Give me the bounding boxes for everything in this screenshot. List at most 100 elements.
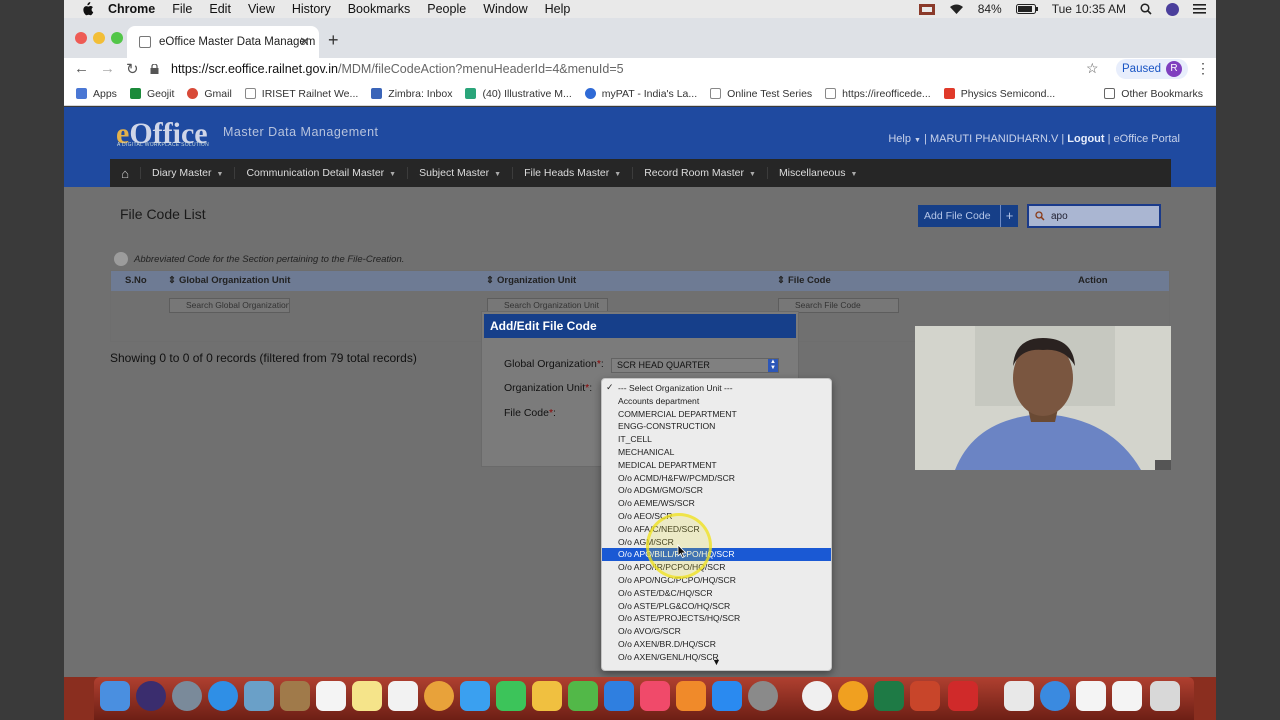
siri-icon[interactable] — [136, 681, 166, 711]
dropdown-option[interactable]: O/o ASTE/PROJECTS/HQ/SCR — [602, 612, 831, 625]
global-org-select[interactable]: SCR HEAD QUARTER ▲ ▼ — [611, 358, 779, 373]
dropdown-option[interactable]: --- Select Organization Unit --- — [602, 382, 831, 395]
preview-icon[interactable] — [244, 681, 274, 711]
menu-bookmarks[interactable]: Bookmarks — [348, 2, 411, 16]
scroll-down-icon[interactable]: ▼ — [712, 657, 721, 667]
dropdown-option[interactable]: O/o AXEN/BR.D/HQ/SCR — [602, 638, 831, 651]
siri-icon[interactable] — [1166, 2, 1179, 16]
dropdown-option[interactable]: O/o AEME/WS/SCR — [602, 497, 831, 510]
bookmark-physics[interactable]: Physics Semicond... — [943, 88, 1055, 100]
chrome-menu-icon[interactable]: ⋮ — [1196, 60, 1210, 77]
dropdown-option[interactable]: MECHANICAL — [602, 446, 831, 459]
browser-tab[interactable]: eOffice Master Data Managem ✕ — [127, 26, 319, 58]
facetime-icon[interactable] — [496, 681, 526, 711]
bookmark-mypat[interactable]: myPAT - India's La... — [584, 88, 697, 100]
dropdown-option[interactable]: O/o ASTE/PLG&CO/HQ/SCR — [602, 600, 831, 613]
dropdown-option[interactable]: O/o APO/IR/PCPO/HQ/SCR — [602, 561, 831, 574]
menu-people[interactable]: People — [427, 2, 466, 16]
nav-record-room-master[interactable]: Record Room Master ▼ — [632, 167, 767, 179]
menu-app-chrome[interactable]: Chrome — [108, 2, 155, 16]
other-bookmarks[interactable]: Other Bookmarks — [1104, 88, 1203, 100]
nav-subject-master[interactable]: Subject Master ▼ — [407, 167, 512, 179]
media-player-icon[interactable] — [838, 681, 868, 711]
nav-diary-master[interactable]: Diary Master ▼ — [140, 167, 234, 179]
photos-icon[interactable] — [424, 681, 454, 711]
bookmark-iriset[interactable]: IRISET Railnet We... — [244, 88, 358, 100]
help-link[interactable]: Help — [888, 133, 911, 145]
system-preferences-icon[interactable] — [748, 681, 778, 711]
plus-icon[interactable]: + — [1000, 205, 1018, 227]
profile-button[interactable]: Paused R — [1116, 59, 1188, 79]
bookmark-zimbra[interactable]: Zimbra: Inbox — [371, 88, 452, 100]
dropdown-option[interactable]: COMMERCIAL DEPARTMENT — [602, 408, 831, 421]
documents-icon[interactable] — [1004, 681, 1034, 711]
forward-icon[interactable]: → — [100, 60, 115, 77]
document-stack-icon[interactable] — [1076, 681, 1106, 711]
org-unit-dropdown[interactable]: ✓ --- Select Organization Unit --- Account… — [601, 378, 832, 671]
bookmark-ireoffice[interactable]: https://ireofficede... — [825, 88, 931, 100]
bookmark-gmail[interactable]: Gmail — [187, 88, 232, 100]
document-stack-icon[interactable] — [1112, 681, 1142, 711]
notification-center-icon[interactable] — [1193, 4, 1206, 14]
sort-icon[interactable]: ⇕ — [486, 275, 494, 286]
notes-icon[interactable] — [352, 681, 382, 711]
new-tab-icon[interactable]: + — [328, 30, 339, 51]
col-org-unit[interactable]: Organization Unit — [497, 275, 576, 286]
logout-link[interactable]: Logout — [1067, 133, 1104, 145]
dropdown-option[interactable]: O/o APO/BILL/PCPO/HQ/SCR — [602, 548, 831, 562]
trash-icon[interactable] — [1150, 681, 1180, 711]
mirror-icon[interactable] — [918, 3, 935, 15]
calendar-icon[interactable] — [316, 681, 346, 711]
sort-icon[interactable]: ⇕ — [168, 275, 176, 286]
keynote-icon[interactable] — [604, 681, 634, 711]
dropdown-option[interactable]: O/o ASTE/D&C/HQ/SCR — [602, 587, 831, 600]
close-tab-icon[interactable]: ✕ — [299, 34, 310, 50]
battery-icon[interactable] — [1015, 4, 1038, 14]
bookmark-apps[interactable]: Apps — [76, 88, 117, 100]
dropdown-option[interactable]: O/o AVO/G/SCR — [602, 625, 831, 638]
safari-icon[interactable] — [208, 681, 238, 711]
search-input[interactable]: apo — [1027, 204, 1161, 228]
menu-file[interactable]: File — [172, 2, 192, 16]
nav-file-heads-master[interactable]: File Heads Master ▼ — [512, 167, 632, 179]
dropdown-option[interactable]: O/o AFA/C/NED/SCR — [602, 523, 831, 536]
dropdown-option[interactable]: O/o ADGM/GMO/SCR — [602, 484, 831, 497]
menu-edit[interactable]: Edit — [209, 2, 231, 16]
dropdown-option[interactable]: O/o AGM/SCR — [602, 536, 831, 549]
address-bar[interactable]: https://scr.eoffice.railnet.gov.in/MDM/f… — [150, 58, 1110, 80]
menu-history[interactable]: History — [292, 2, 331, 16]
messages-icon[interactable] — [460, 681, 490, 711]
nav-communication-detail-master[interactable]: Communication Detail Master ▼ — [234, 167, 407, 179]
dropdown-option[interactable]: ENGG-CONSTRUCTION — [602, 420, 831, 433]
spotlight-search-icon[interactable] — [1140, 3, 1152, 15]
bookmark-geojit[interactable]: Geojit — [129, 88, 174, 100]
menu-help[interactable]: Help — [545, 2, 571, 16]
back-icon[interactable]: ← — [74, 60, 89, 77]
dropdown-option[interactable]: O/o AEO/SCR — [602, 510, 831, 523]
wifi-icon[interactable] — [949, 4, 964, 15]
finder-icon[interactable] — [100, 681, 130, 711]
menu-window[interactable]: Window — [483, 2, 527, 16]
launchpad-icon[interactable] — [172, 681, 202, 711]
screen-recorder-icon[interactable] — [948, 681, 978, 711]
powerpoint-icon[interactable] — [910, 681, 940, 711]
close-window-icon[interactable] — [75, 32, 87, 44]
col-global-org-unit[interactable]: Global Organization Unit — [179, 275, 290, 286]
contacts-icon[interactable] — [280, 681, 310, 711]
dropdown-option[interactable]: O/o APO/NGC/PCPO/HQ/SCR — [602, 574, 831, 587]
books-icon[interactable] — [676, 681, 706, 711]
add-file-code-button[interactable]: Add File Code + — [918, 205, 1018, 227]
app-store-icon[interactable] — [712, 681, 742, 711]
bookmark-illustrative[interactable]: (40) Illustrative M... — [465, 88, 572, 100]
reload-icon[interactable]: ↻ — [126, 60, 139, 78]
portal-link[interactable]: eOffice Portal — [1114, 133, 1180, 145]
chrome-icon[interactable] — [802, 681, 832, 711]
nav-miscellaneous[interactable]: Miscellaneous ▼ — [766, 167, 868, 179]
dropdown-option[interactable]: O/o ACMD/H&FW/PCMD/SCR — [602, 472, 831, 485]
dropdown-option[interactable]: MEDICAL DEPARTMENT — [602, 459, 831, 472]
bookmark-star-icon[interactable]: ☆ — [1086, 60, 1099, 77]
excel-icon[interactable] — [874, 681, 904, 711]
col-file-code[interactable]: File Code — [788, 275, 831, 286]
bookmark-online-test[interactable]: Online Test Series — [710, 88, 812, 100]
dropdown-option[interactable]: Accounts department — [602, 395, 831, 408]
